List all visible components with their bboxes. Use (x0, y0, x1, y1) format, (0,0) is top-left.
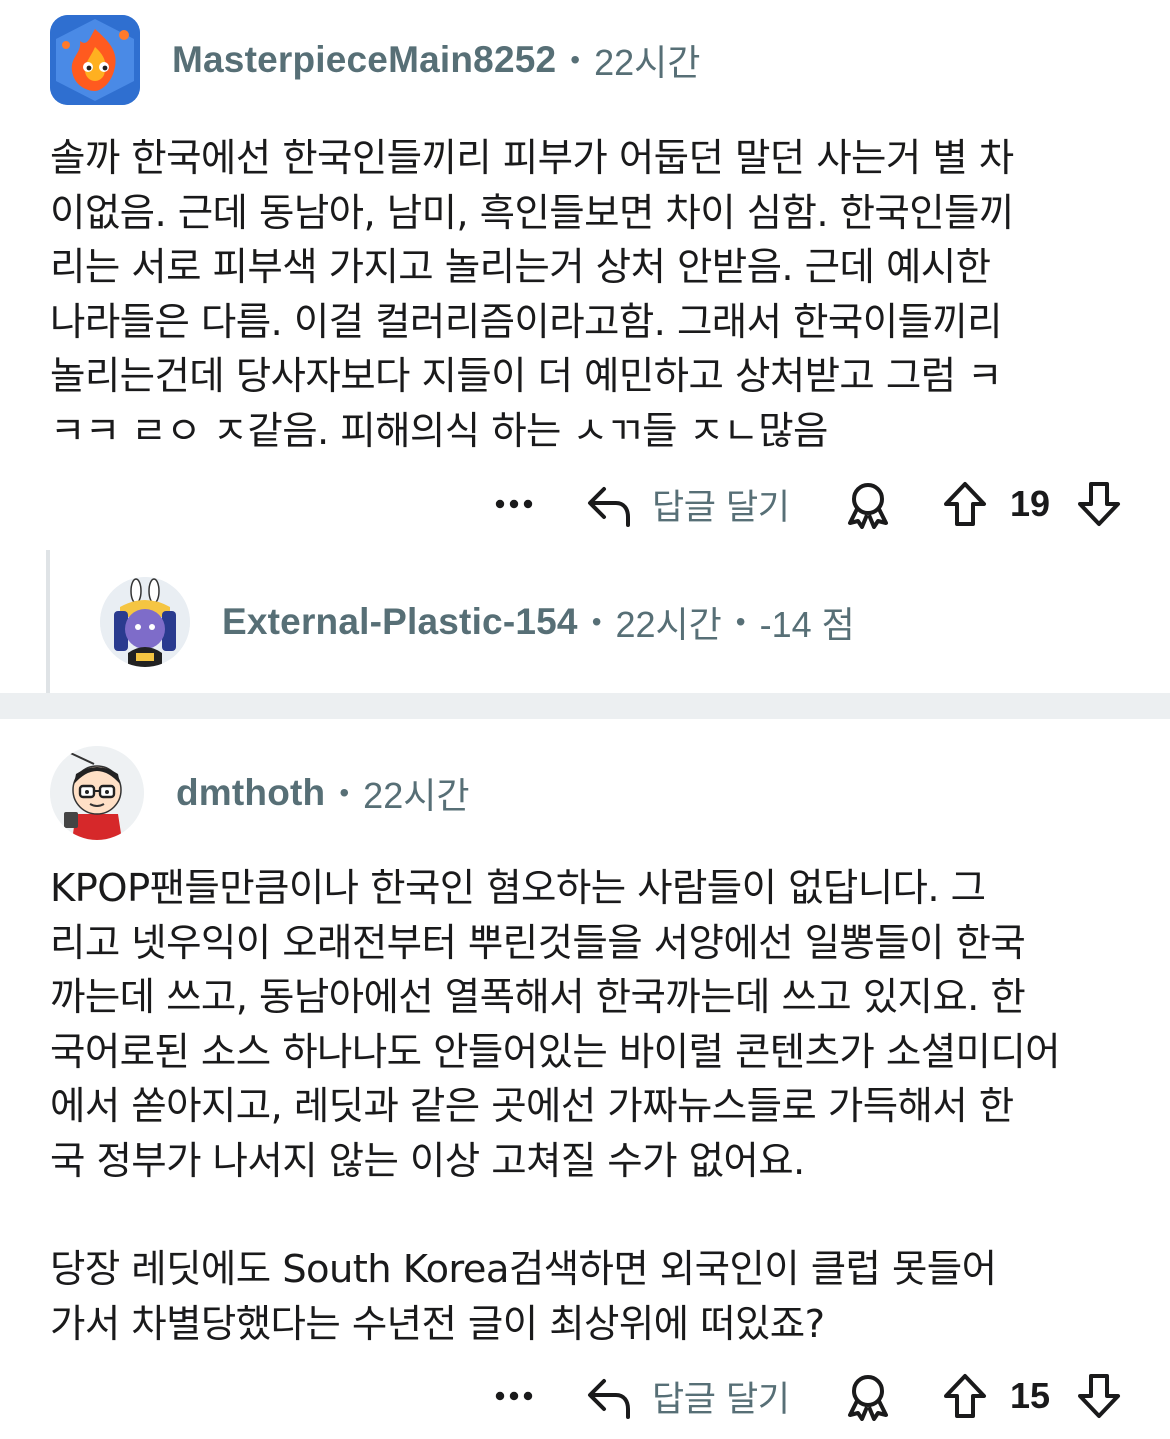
fire-avatar-icon (50, 15, 140, 105)
reply-icon (588, 1379, 630, 1419)
upvote-button[interactable] (942, 474, 988, 534)
timestamp: 22시간 (363, 775, 470, 816)
timestamp: 22시간 (615, 604, 722, 645)
vote-score: 15 (1010, 1375, 1051, 1416)
award-icon (848, 1375, 888, 1421)
meta-separator: • (339, 777, 350, 808)
award-button[interactable] (845, 474, 891, 534)
more-button[interactable] (494, 1366, 534, 1426)
comment-actions: 답글 달기 15 (0, 1366, 1170, 1426)
comment-body: 솔까 한국에선 한국인들끼리 피부가 어둡던 말던 사는거 별 차 이없음. 근… (50, 132, 1130, 459)
section-divider (0, 693, 1170, 719)
downvote-button[interactable] (1076, 1366, 1122, 1426)
user-avatar[interactable] (50, 15, 140, 105)
downvote-icon (1078, 482, 1120, 526)
downvote-button[interactable] (1076, 474, 1122, 534)
meta-separator: • (591, 606, 602, 637)
vote-count: 19 (1010, 474, 1050, 534)
username[interactable]: dmthoth (176, 772, 325, 814)
comment-paragraph: 당장 레딧에도 South Korea검색하면 외국인이 클럽 못들어 가서 차… (50, 1247, 997, 1347)
comment-body: KPOP팬들만큼이나 한국인 혐오하는 사람들이 없답니다. 그 리고 넷우익이… (50, 862, 1130, 1352)
reply-icon (588, 487, 630, 527)
meta-separator: • (735, 606, 746, 637)
more-button[interactable] (494, 474, 534, 534)
comment-actions: 답글 달기 19 (0, 474, 1170, 534)
upvote-icon (944, 482, 986, 526)
comment-paragraph: 솔까 한국에선 한국인들끼리 피부가 어둡던 말던 사는거 별 차 이없음. 근… (50, 136, 1014, 454)
award-button[interactable] (845, 1366, 891, 1426)
vote-count: 15 (1010, 1366, 1050, 1426)
reply-label: 답글 달기 (652, 1379, 790, 1420)
username[interactable]: MasterpieceMain8252 (172, 39, 556, 81)
meta-separator: • (570, 44, 581, 75)
thread-line[interactable] (46, 550, 50, 693)
reply-label: 답글 달기 (652, 487, 790, 528)
reply-button[interactable]: 답글 달기 (586, 1366, 790, 1426)
username[interactable]: External-Plastic-154 (222, 601, 578, 643)
timestamp: 22시간 (594, 42, 701, 83)
downvote-icon (1078, 1374, 1120, 1418)
comment-paragraph: KPOP팬들만큼이나 한국인 혐오하는 사람들이 없답니다. 그 리고 넷우익이… (50, 866, 1061, 1184)
more-icon (495, 1391, 533, 1401)
comment-header: MasterpieceMain8252 • 22시간 (50, 15, 700, 105)
comment-header: External-Plastic-154 • 22시간 • -14 점 (100, 577, 855, 667)
comment-header: dmthoth • 22시간 (50, 746, 469, 840)
upvote-icon (944, 1374, 986, 1418)
bunny-avatar-icon (100, 577, 190, 667)
user-avatar[interactable] (100, 577, 190, 667)
score-label: -14 점 (759, 604, 855, 645)
snoo-avatar-icon (50, 746, 144, 840)
user-avatar[interactable] (50, 746, 144, 840)
upvote-button[interactable] (942, 1366, 988, 1426)
vote-score: 19 (1010, 483, 1051, 524)
more-icon (495, 499, 533, 509)
award-icon (848, 483, 888, 529)
reply-button[interactable]: 답글 달기 (586, 474, 790, 534)
